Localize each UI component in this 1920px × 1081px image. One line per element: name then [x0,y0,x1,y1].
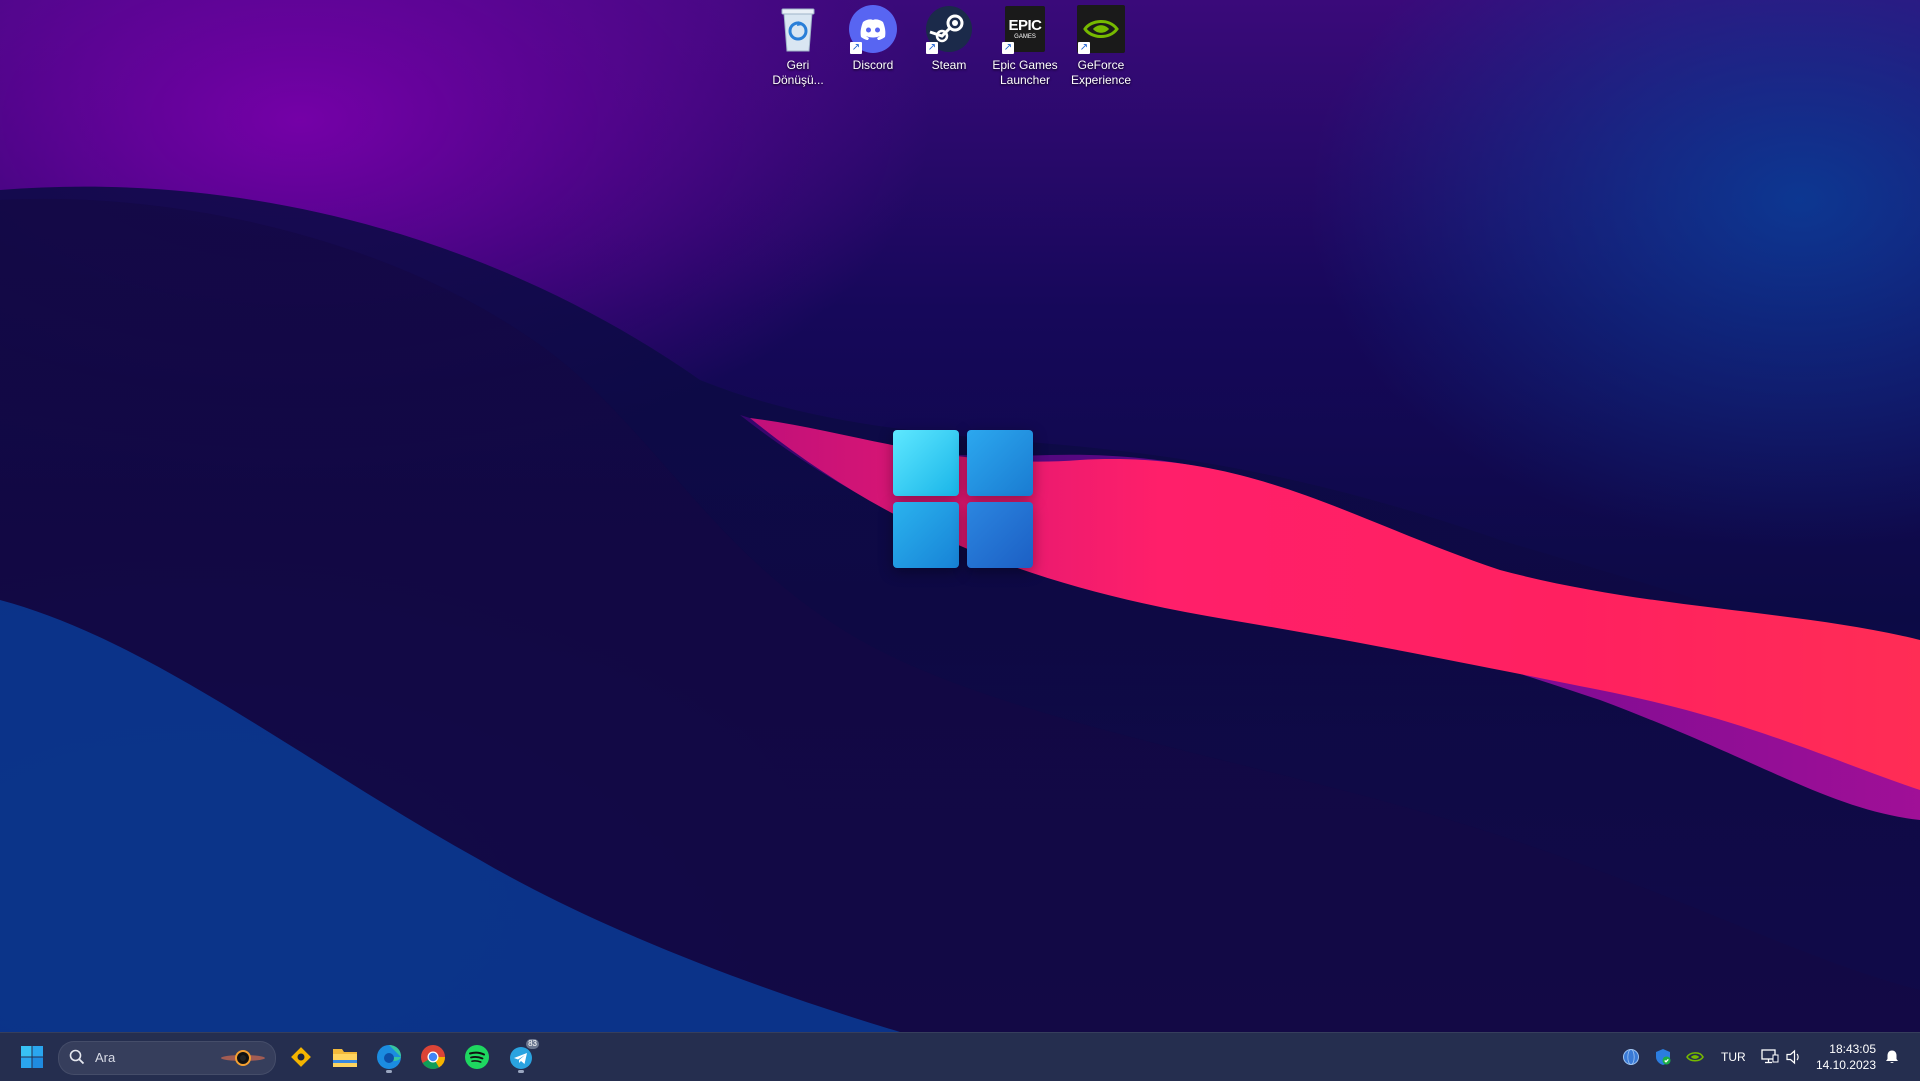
edge-icon [377,1045,401,1069]
taskbar-file-explorer[interactable] [327,1039,363,1075]
tray-volume[interactable] [1776,1039,1812,1075]
windows-logo-wallpaper [893,430,1033,568]
desktop-icon-epic-games[interactable]: EPIC GAMES ↗ Epic Games Launcher [988,4,1062,88]
steam-icon: ↗ [924,4,974,54]
start-button[interactable] [14,1039,50,1075]
shortcut-arrow-icon: ↗ [1002,42,1014,54]
search-placeholder: Ara [95,1050,116,1065]
desktop-icon-label: Discord [852,58,894,72]
nvidia-geforce-icon [1686,1052,1704,1062]
desktop-icon-label: Steam [931,58,967,72]
desktop-wallpaper: Geri Dönüşü... ↗ Discord ↗ Steam EPIC GA… [0,0,1920,1032]
discord-icon: ↗ [848,4,898,54]
clock-date: 14.10.2023 [1815,1058,1876,1072]
desktop-icon-label: Epic Games Launcher [992,58,1058,87]
globe-icon [1623,1049,1639,1065]
epic-games-icon: EPIC GAMES ↗ [1000,4,1050,54]
taskbar-rewards-app[interactable] [283,1039,319,1075]
spotify-icon [465,1045,489,1069]
clock-time: 18:43:05 [1829,1042,1876,1056]
tray-language[interactable]: TUR [1721,1050,1746,1064]
desktop-icon-label: GeForce Experience [1070,58,1132,87]
running-indicator [518,1070,524,1073]
taskbar: Ara 83 TUR 18:43:05 14.10.2023 [0,1032,1920,1081]
rewards-diamond-icon [291,1047,311,1067]
epic-logo-subtext: GAMES [1014,33,1036,40]
running-indicator [386,1070,392,1073]
recycle-bin-icon [773,4,823,54]
shortcut-arrow-icon: ↗ [926,42,938,54]
speaker-icon [1786,1049,1799,1065]
desktop-icon-steam[interactable]: ↗ Steam [912,4,986,73]
epic-logo-text: EPIC [1008,16,1042,34]
taskbar-clock[interactable]: 18:43:05 14.10.2023 [1816,1041,1876,1073]
chrome-icon [421,1045,445,1070]
taskbar-edge[interactable] [371,1039,407,1075]
nvidia-geforce-icon: ↗ [1076,4,1126,54]
shortcut-arrow-icon: ↗ [1078,42,1090,54]
desktop-icon-geforce-experience[interactable]: ↗ GeForce Experience [1064,4,1138,88]
windows-security-shield-icon [1656,1049,1671,1065]
desktop-icon-recycle-bin[interactable]: Geri Dönüşü... [761,4,835,88]
taskbar-chrome[interactable] [415,1039,451,1075]
desktop-icon-discord[interactable]: ↗ Discord [836,4,910,73]
taskbar-spotify[interactable] [459,1039,495,1075]
shortcut-arrow-icon: ↗ [850,42,862,54]
windows-start-icon [21,1046,43,1068]
folder-icon [333,1049,357,1067]
search-highlight-icon [221,1050,265,1066]
tray-nvidia[interactable] [1676,1039,1714,1075]
search-icon [69,1049,85,1065]
notification-button[interactable] [1876,1039,1908,1075]
desktop-icon-label: Geri Dönüşü... [772,58,824,87]
taskbar-telegram[interactable]: 83 [503,1039,539,1075]
telegram-badge: 83 [526,1039,539,1049]
taskbar-search-box[interactable]: Ara [58,1041,276,1075]
notification-bell-icon [1886,1050,1898,1063]
